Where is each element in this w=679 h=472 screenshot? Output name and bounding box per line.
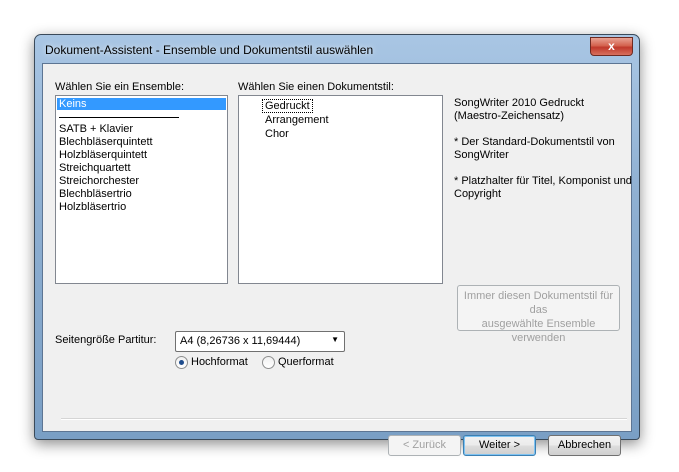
description-note: * Platzhalter für Titel, Komponist und xyxy=(454,175,632,187)
cancel-button[interactable]: Abbrechen xyxy=(548,435,621,456)
ensemble-item[interactable]: Streichquartett xyxy=(59,162,131,174)
portrait-label[interactable]: Hochformat xyxy=(191,356,248,368)
docstyle-item[interactable]: Arrangement xyxy=(265,114,329,126)
portrait-radio[interactable] xyxy=(175,356,188,369)
description-note: SongWriter xyxy=(454,149,509,161)
always-use-style-button[interactable]: Immer diesen Dokumentstil für das ausgew… xyxy=(457,285,620,344)
chevron-down-icon: ▼ xyxy=(331,335,339,344)
always-use-line: ausgewählte Ensemble xyxy=(481,318,596,330)
ensemble-item-keins[interactable]: Keins xyxy=(57,98,226,110)
ensemble-label: Wählen Sie ein Ensemble: xyxy=(55,81,185,93)
pagesize-select[interactable]: A4 (8,26736 x 11,69444) ▼ xyxy=(175,331,345,352)
ensemble-item[interactable]: SATB + Klavier xyxy=(59,123,133,135)
landscape-label[interactable]: Querformat xyxy=(278,356,334,368)
pagesize-label: Seitengröße Partitur: xyxy=(55,334,157,346)
docstyle-item[interactable]: Chor xyxy=(265,128,289,140)
description-title: SongWriter 2010 Gedruckt xyxy=(454,97,585,109)
dialog-body: Wählen Sie ein Ensemble: Keins SATB + Kl… xyxy=(42,63,632,456)
ensemble-item[interactable]: Blechbläserquintett xyxy=(59,136,153,148)
always-use-line: verwenden xyxy=(511,332,566,344)
divider xyxy=(61,418,627,420)
dialog-window: Dokument-Assistent - Ensemble und Dokume… xyxy=(34,34,640,456)
docstyle-label: Wählen Sie einen Dokumentstil: xyxy=(238,81,394,93)
next-button[interactable]: Weiter > xyxy=(463,435,536,456)
description-subtitle: (Maestro-Zeichensatz) xyxy=(454,110,565,122)
ensemble-item[interactable]: Blechbläsertrio xyxy=(59,188,132,200)
docstyle-listbox[interactable]: Gedruckt Arrangement Chor xyxy=(238,95,443,284)
title-bar[interactable]: Dokument-Assistent - Ensemble und Dokume… xyxy=(35,35,639,62)
landscape-radio[interactable] xyxy=(262,356,275,369)
ensemble-item[interactable]: Holzbläserquintett xyxy=(59,149,147,161)
pagesize-value: A4 (8,26736 x 11,69444) xyxy=(180,335,301,347)
always-use-line: Immer diesen Dokumentstil für das xyxy=(463,290,614,316)
back-button[interactable]: < Zurück xyxy=(388,435,461,456)
ensemble-listbox[interactable]: Keins SATB + Klavier Blechbläserquintett… xyxy=(55,95,228,284)
window-title: Dokument-Assistent - Ensemble und Dokume… xyxy=(45,43,374,57)
description-note: * Der Standard-Dokumentstil von xyxy=(454,136,615,148)
docstyle-item-gedruckt[interactable]: Gedruckt xyxy=(262,99,313,113)
ensemble-item[interactable]: Holzbläsertrio xyxy=(59,201,126,213)
close-button[interactable]: x xyxy=(590,37,633,56)
close-icon: x xyxy=(608,39,615,53)
ensemble-item[interactable]: Streichorchester xyxy=(59,175,139,187)
radio-selected-dot xyxy=(179,360,184,365)
description-note: Copyright xyxy=(454,188,502,200)
ensemble-separator xyxy=(59,117,179,118)
